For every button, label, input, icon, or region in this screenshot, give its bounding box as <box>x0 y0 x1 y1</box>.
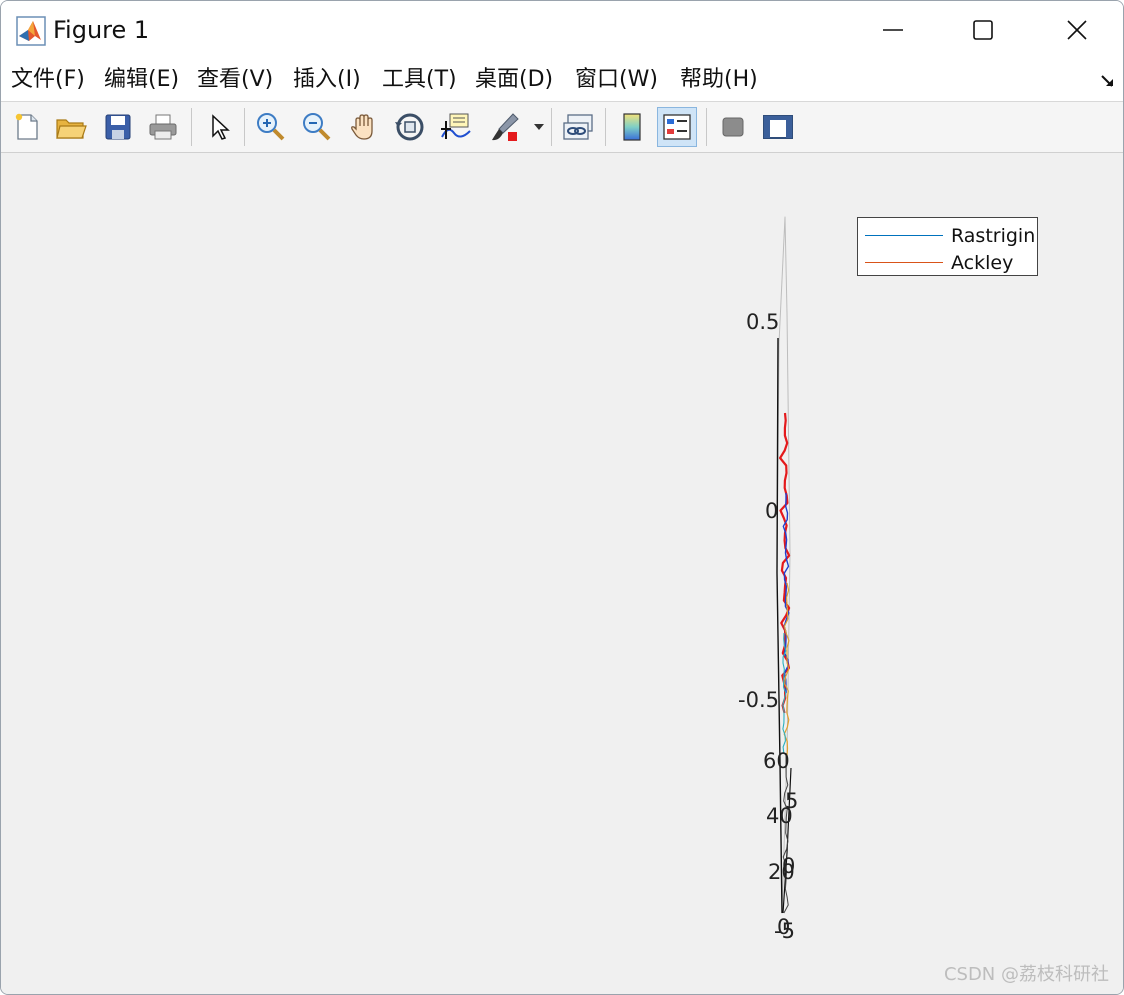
z-tick-label: 0.5 <box>746 310 780 334</box>
new-figure-icon <box>15 113 38 140</box>
legend-entry-rastrigin[interactable]: Rastrigin <box>858 224 1039 248</box>
toolbar-separator <box>191 108 192 146</box>
figure-canvas[interactable]: Rastrigin Ackley 0.5 0 -0.5 60 40 20 0 5… <box>1 153 1123 994</box>
toolbar-separator <box>706 108 707 146</box>
hide-plot-tools-button[interactable] <box>713 107 753 147</box>
maximize-icon <box>973 20 993 40</box>
legend-line-rastrigin <box>865 235 943 236</box>
toolbar-separator <box>605 108 606 146</box>
zoom-in-button[interactable] <box>251 107 291 147</box>
x-tick-label: 5 <box>785 789 799 813</box>
pan-button[interactable] <box>344 107 384 147</box>
minimize-icon <box>883 29 903 31</box>
zoom-out-icon <box>303 113 331 141</box>
dock-arrow-icon[interactable] <box>1099 72 1117 90</box>
plot-3d-axes[interactable] <box>1 153 1123 994</box>
close-button[interactable] <box>1031 1 1123 59</box>
insert-colorbar-button[interactable] <box>612 107 652 147</box>
watermark: CSDN @荔枝科研社 <box>943 964 1109 985</box>
menu-file[interactable]: 文件(F) <box>11 66 85 94</box>
matlab-logo-icon <box>16 16 46 46</box>
brush-icon <box>492 113 519 141</box>
menu-edit[interactable]: 编辑(E) <box>104 66 179 94</box>
minimize-button[interactable] <box>847 1 939 59</box>
legend-line-ackley <box>865 262 943 263</box>
print-icon <box>149 114 177 140</box>
show-plot-tools-icon <box>763 115 793 139</box>
x-tick-label: -5 <box>774 919 795 943</box>
new-figure-button[interactable] <box>7 107 47 147</box>
toolbar-separator <box>244 108 245 146</box>
pointer-icon <box>212 114 230 140</box>
menu-desktop[interactable]: 桌面(D) <box>475 66 553 94</box>
legend-box[interactable]: Rastrigin Ackley <box>857 217 1038 276</box>
data-cursor-icon <box>441 113 471 139</box>
menu-tools[interactable]: 工具(T) <box>382 66 457 94</box>
open-file-button[interactable] <box>51 107 91 147</box>
zoom-out-button[interactable] <box>297 107 337 147</box>
brush-button[interactable] <box>485 107 525 147</box>
close-icon <box>1067 20 1087 40</box>
open-file-icon <box>56 119 87 139</box>
legend-label-ackley: Ackley <box>951 252 1014 274</box>
z-tick-label: -0.5 <box>738 688 779 712</box>
menu-bar: 文件(F) 编辑(E) 查看(V) 插入(I) 工具(T) 桌面(D) 窗口(W… <box>1 59 1123 102</box>
x-tick-label: 0 <box>782 854 796 878</box>
menu-help[interactable]: 帮助(H) <box>680 66 758 94</box>
legend-label-rastrigin: Rastrigin <box>951 225 1036 247</box>
legend-entry-ackley[interactable]: Ackley <box>858 251 1039 275</box>
toolbar-separator <box>551 108 552 146</box>
save-button[interactable] <box>98 107 138 147</box>
insert-legend-button[interactable] <box>657 107 697 147</box>
menu-window[interactable]: 窗口(W) <box>575 66 658 94</box>
title-bar[interactable]: Figure 1 <box>1 1 1123 59</box>
zoom-in-icon <box>257 113 285 141</box>
maximize-button[interactable] <box>937 1 1029 59</box>
y-tick-label: 60 <box>763 749 790 773</box>
rotate-3d-icon <box>395 113 424 141</box>
menu-insert[interactable]: 插入(I) <box>293 66 361 94</box>
print-button[interactable] <box>143 107 183 147</box>
rotate-3d-button[interactable] <box>390 107 430 147</box>
data-cursor-button[interactable] <box>436 107 476 147</box>
save-icon <box>105 114 131 140</box>
brush-dropdown-icon[interactable] <box>533 122 545 132</box>
link-plot-button[interactable] <box>558 107 598 147</box>
pan-icon <box>351 114 373 140</box>
figure-window: Figure 1 文件(F) 编辑(E) 查看(V) 插入(I) 工具(T) 桌… <box>0 0 1124 995</box>
hide-plot-tools-icon <box>722 117 744 137</box>
show-plot-tools-button[interactable] <box>758 107 798 147</box>
select-button[interactable] <box>199 107 239 147</box>
link-plot-icon <box>563 114 593 140</box>
legend-icon <box>663 114 691 140</box>
figure-toolbar <box>1 102 1123 153</box>
z-tick-label: 0 <box>765 499 779 523</box>
window-title: Figure 1 <box>53 16 150 44</box>
colorbar-icon <box>623 113 641 141</box>
menu-view[interactable]: 查看(V) <box>197 66 273 94</box>
